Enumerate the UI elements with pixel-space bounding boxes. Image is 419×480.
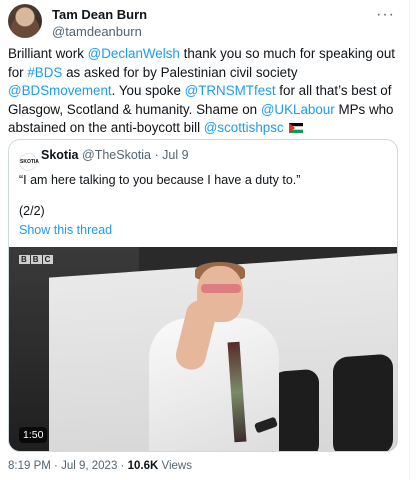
- quoted-author-avatar[interactable]: SKOTIA: [19, 153, 39, 171]
- hashtag-bds[interactable]: #BDS: [27, 65, 62, 80]
- tweet-metadata: 8:19 PM · Jul 9, 2023 · 10.6K Views: [8, 460, 192, 472]
- quoted-tweet[interactable]: SKOTIA Skotia @TheSkotia · Jul 9 “I am he…: [8, 139, 398, 452]
- meta-separator: ·: [120, 460, 125, 472]
- quoted-date[interactable]: Jul 9: [162, 148, 188, 162]
- stage-graphic: [333, 353, 393, 451]
- bbc-watermark: BBC: [19, 255, 54, 264]
- video-performer: [139, 262, 279, 451]
- show-thread-link[interactable]: Show this thread: [19, 223, 112, 237]
- mention-scottishpsc[interactable]: @scottishpsc: [204, 120, 284, 135]
- mention-trnsmtfest[interactable]: @TRNSMTfest: [185, 83, 276, 98]
- video-player[interactable]: BBC 1:50: [9, 247, 397, 451]
- video-duration-badge: 1:50: [19, 427, 48, 443]
- palestine-flag-icon: [289, 123, 304, 133]
- watermark-letter: B: [19, 255, 30, 264]
- author-handle[interactable]: @tamdeanburn: [52, 24, 142, 39]
- tweet-text-segment: as asked for by Palestinian civil societ…: [62, 64, 298, 80]
- tweet-date[interactable]: Jul 9, 2023: [61, 460, 117, 472]
- quoted-tweet-text: “I am here talking to you because I have…: [19, 173, 301, 187]
- tweet-time[interactable]: 8:19 PM: [8, 460, 51, 472]
- quoted-tweet-header: SKOTIA Skotia @TheSkotia · Jul 9: [19, 148, 189, 171]
- mention-bdsmovement[interactable]: @BDSmovement: [8, 83, 112, 98]
- watermark-letter: B: [30, 255, 42, 264]
- tweet-text: Brilliant work @DeclanWelsh thank you so…: [8, 45, 400, 138]
- tweet-card: Tam Dean Burn @tamdeanburn ··· Brilliant…: [0, 0, 410, 480]
- quoted-author-handle[interactable]: @TheSkotia: [82, 148, 151, 162]
- meta-separator: ·: [54, 460, 58, 472]
- author-display-name[interactable]: Tam Dean Burn: [52, 7, 147, 22]
- quoted-separator: ·: [154, 148, 159, 162]
- performer-glasses: [201, 284, 241, 293]
- tweet-header: Tam Dean Burn @tamdeanburn ···: [8, 4, 399, 40]
- quoted-author-name[interactable]: Skotia: [41, 148, 79, 162]
- performer-head: [197, 266, 243, 322]
- tweet-text-segment: . You spoke: [111, 83, 185, 98]
- mention-declanwelsh[interactable]: @DeclanWelsh: [88, 46, 180, 61]
- mention-uklabour[interactable]: @UKLabour: [261, 102, 335, 117]
- tweet-text-segment: Brilliant work: [8, 46, 88, 61]
- views-count: 10.6K: [127, 460, 159, 472]
- quoted-thread-part: (2/2): [19, 204, 45, 218]
- author-avatar[interactable]: [8, 4, 42, 38]
- watermark-letter: C: [42, 255, 54, 264]
- more-horizontal-icon[interactable]: ···: [376, 6, 395, 24]
- views-label: Views: [161, 460, 192, 472]
